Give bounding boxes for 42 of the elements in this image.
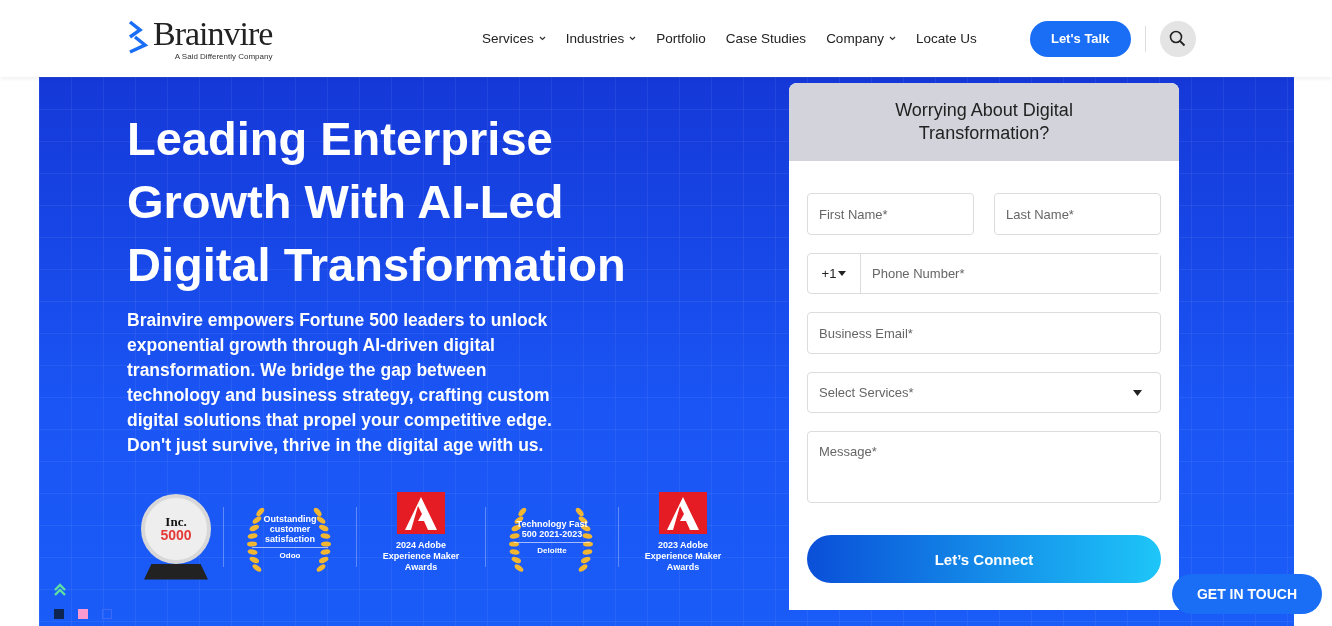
first-name-field[interactable]: First Name* (807, 193, 974, 235)
nav-link[interactable]: Industries (565, 31, 637, 46)
award-source: Odoo (279, 550, 301, 560)
square-marker (102, 609, 112, 619)
logo-tagline: A Said Differently Company (174, 52, 273, 61)
search-icon (1169, 30, 1187, 47)
dropdown-arrow-icon (1133, 389, 1142, 396)
chevron-down-icon (888, 36, 896, 41)
logo-wordmark: Brainvire (153, 16, 273, 52)
hero-heading: Leading Enterprise Growth With AI-Led Digital Transformation (127, 111, 627, 293)
award-title: Technology Fast 500 2021-2023 (514, 518, 590, 543)
award-title: 2024 Adobe Experience Maker Awards (381, 540, 461, 573)
nav-link[interactable]: Services (482, 31, 546, 46)
award-title: Outstanding customer satisfaction (252, 513, 328, 548)
square-marker (78, 609, 88, 619)
search-button[interactable] (1159, 20, 1196, 57)
brainvire-logo[interactable]: Brainvire A Said Differently Company (127, 16, 457, 61)
chevron-down-icon (629, 36, 637, 41)
phone-field[interactable]: +1 Phone Number* (807, 253, 1161, 294)
adobe-logo-icon (397, 492, 445, 534)
nav-link[interactable]: Locate Us (915, 31, 977, 46)
nav-link[interactable]: Company (826, 31, 896, 46)
award-title: 2023 Adobe Experience Maker Awards (643, 540, 723, 573)
square-marker (54, 609, 64, 619)
chevron-logo-icon (127, 20, 151, 54)
double-chevron-up-icon (54, 583, 66, 597)
message-field[interactable]: Message* (807, 431, 1161, 503)
services-dropdown[interactable]: Select Services* (807, 372, 1161, 413)
get-in-touch-button[interactable]: GET IN TOUCH (1172, 574, 1322, 614)
email-field[interactable]: Business Email* (807, 312, 1161, 354)
inc-5000-trophy: Inc. 5000 (139, 493, 213, 580)
form-title: Worrying About Digital Transformation? (894, 99, 1074, 145)
nav-link[interactable]: Portfolio (656, 31, 706, 46)
lets-connect-button[interactable]: Let’s Connect (807, 535, 1161, 583)
award-source: Deloitte (537, 545, 567, 555)
nav-link[interactable]: Case Studies (725, 31, 807, 46)
hero-description: Brainvire empowers Fortune 500 leaders to unlock exponential growth through AI-driven digital transformation. We bridge the gap between technology and business strategy, crafting custom digital solutions that propel your competitive edge. Don't just survive, thrive in the digital age with us. (127, 309, 553, 457)
last-name-field[interactable]: Last Name* (994, 193, 1161, 235)
dropdown-arrow-icon (838, 271, 847, 276)
lets-talk-button[interactable]: Let's Talk (1029, 20, 1131, 57)
chevron-down-icon (538, 36, 546, 41)
adobe-logo-icon (659, 492, 707, 534)
